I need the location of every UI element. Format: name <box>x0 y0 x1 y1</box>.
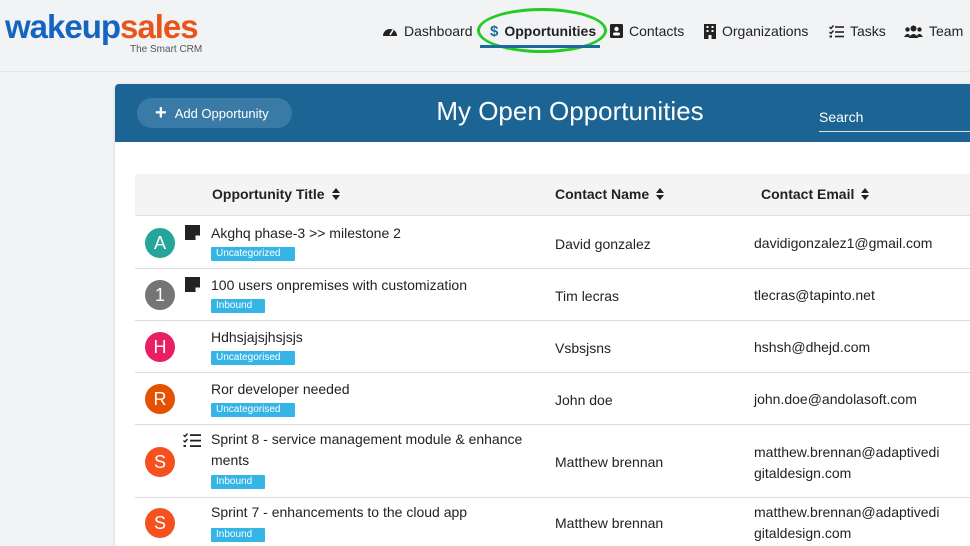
contact-name: David gonzalez <box>555 236 651 252</box>
avatar: H <box>145 332 175 362</box>
contact-email: hshsh@dhejd.com <box>754 339 871 355</box>
logo-tagline: The Smart CRM <box>130 44 203 55</box>
logo-text-wakeup: wakeup <box>5 8 121 45</box>
category-badge: Inbound <box>211 528 265 542</box>
nav-label-organizations: Organizations <box>722 23 809 39</box>
panel-header: + Add Opportunity My Open Opportunities … <box>115 84 970 142</box>
nav-label-opportunities: Opportunities <box>504 23 597 39</box>
dashboard-gauge-icon <box>383 29 397 36</box>
contact-email: tlecras@tapinto.net <box>754 287 875 303</box>
nav-label-team: Team <box>929 23 964 39</box>
category-badge: Uncategorised <box>211 351 295 365</box>
sort-icon <box>331 188 340 200</box>
column-label: Contact Name <box>555 186 650 202</box>
nav-team[interactable]: Team <box>904 20 963 42</box>
column-header-opportunity-title[interactable]: Opportunity Title <box>212 186 340 202</box>
opportunity-title[interactable]: 100 users onpremises with customization <box>211 275 531 296</box>
tasks-icon <box>183 433 201 447</box>
top-navigation-bar: wakeupsales The Smart CRM Dashboard $ Op… <box>0 0 970 72</box>
contact-card-icon <box>610 24 623 38</box>
opportunity-title[interactable]: Hdhsjajsjhsjsjs <box>211 327 531 348</box>
column-header-contact-name[interactable]: Contact Name <box>555 186 665 202</box>
column-header-contact-email[interactable]: Contact Email <box>761 186 870 202</box>
nav-tasks[interactable]: Tasks <box>829 20 886 42</box>
team-users-icon <box>904 25 923 38</box>
search-input[interactable]: Search <box>819 106 970 132</box>
table-row[interactable]: H Hdhsjajsjhsjsjs Uncategorised Vsbsjsns… <box>135 321 970 373</box>
sort-icon <box>656 188 665 200</box>
note-icon <box>185 225 200 240</box>
contact-name: Matthew brennan <box>555 515 664 531</box>
contact-email: matthew.brennan@adaptivedi gitaldesign.c… <box>754 444 940 481</box>
contact-email: davidigonzalez1@gmail.com <box>754 235 933 251</box>
nav-label-dashboard: Dashboard <box>404 23 473 39</box>
avatar: R <box>145 384 175 414</box>
active-tab-underline <box>480 45 600 48</box>
table-row[interactable]: A Akghq phase-3 >> milestone 2 Uncategor… <box>135 217 970 269</box>
nav-label-tasks: Tasks <box>850 23 886 39</box>
contact-name: Tim lecras <box>555 288 620 304</box>
category-badge: Uncategorised <box>211 403 295 417</box>
opportunity-title[interactable]: Sprint 7 - enhancements to the cloud app <box>211 502 531 523</box>
dollar-icon: $ <box>490 22 499 40</box>
nav-organizations[interactable]: Organizations <box>704 20 808 42</box>
opportunities-panel: + Add Opportunity My Open Opportunities … <box>115 84 970 546</box>
contact-name: Matthew brennan <box>555 454 664 470</box>
category-badge: Inbound <box>211 299 265 313</box>
building-icon <box>704 23 716 39</box>
table-row[interactable]: S Sprint 8 - service management module &… <box>135 425 970 498</box>
table-header: Opportunity Title Contact Name Contact E… <box>135 174 970 216</box>
contact-email: john.doe@andolasoft.com <box>754 391 917 407</box>
table-row[interactable]: S Sprint 7 - enhancements to the cloud a… <box>135 498 970 546</box>
note-icon <box>185 277 200 292</box>
contact-email: matthew.brennan@adaptivedi gitaldesign.c… <box>754 504 940 541</box>
nav-opportunities[interactable]: $ Opportunities <box>490 20 596 42</box>
opportunity-title[interactable]: Akghq phase-3 >> milestone 2 <box>211 223 531 244</box>
nav-dashboard[interactable]: Dashboard <box>382 20 473 42</box>
nav-label-contacts: Contacts <box>629 23 685 39</box>
avatar: A <box>145 228 175 258</box>
avatar: S <box>145 508 175 538</box>
opportunity-title[interactable]: Ror developer needed <box>211 379 531 400</box>
contact-name: Vsbsjsns <box>555 340 612 356</box>
category-badge: Uncategorized <box>211 247 295 261</box>
column-label: Opportunity Title <box>212 186 325 202</box>
opportunity-title[interactable]: Sprint 8 - service management module & e… <box>211 429 531 471</box>
logo-text-sales: sales <box>120 8 199 45</box>
nav-contacts[interactable]: Contacts <box>610 20 684 42</box>
category-badge: Inbound <box>211 475 265 489</box>
avatar: 1 <box>145 280 175 310</box>
sort-icon <box>861 188 870 200</box>
contact-name: John doe <box>555 392 613 408</box>
table-row[interactable]: 1 100 users onpremises with customizatio… <box>135 269 970 321</box>
table-row[interactable]: R Ror developer needed Uncategorised Joh… <box>135 373 970 425</box>
wakeupsales-logo[interactable]: wakeupsales The Smart CRM <box>5 8 202 56</box>
avatar: S <box>145 447 175 477</box>
tasks-checklist-icon <box>829 24 844 37</box>
column-label: Contact Email <box>761 186 855 202</box>
